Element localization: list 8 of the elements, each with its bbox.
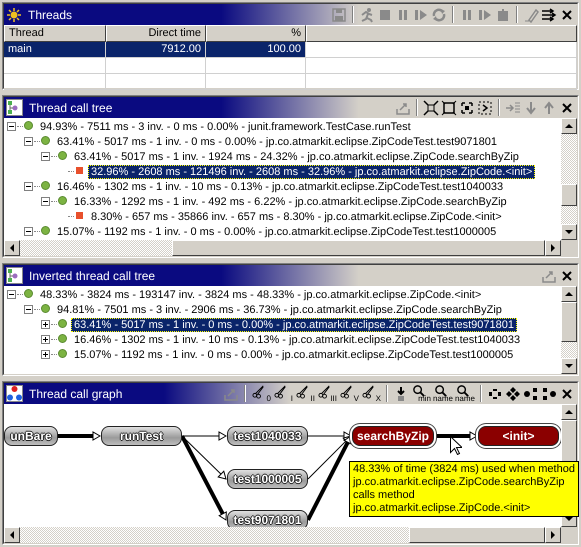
table-cell: 100.00 (206, 42, 306, 58)
panel-title: Inverted thread call tree (29, 268, 156, 282)
table-cell: main (4, 42, 106, 58)
tooltip: 48.33% of time (3824 ms) used when method jp.co.atmarkit.eclipse.ZipCode.searchByZip calls method jp.co.atmarkit.eclipse.ZipCode.<init> (349, 461, 579, 517)
panel-title: Thread call graph (29, 386, 122, 400)
panel-title: Threads (28, 8, 72, 22)
table-cell: 7912.00 (106, 42, 206, 58)
panel-title: Thread call tree (29, 100, 112, 114)
